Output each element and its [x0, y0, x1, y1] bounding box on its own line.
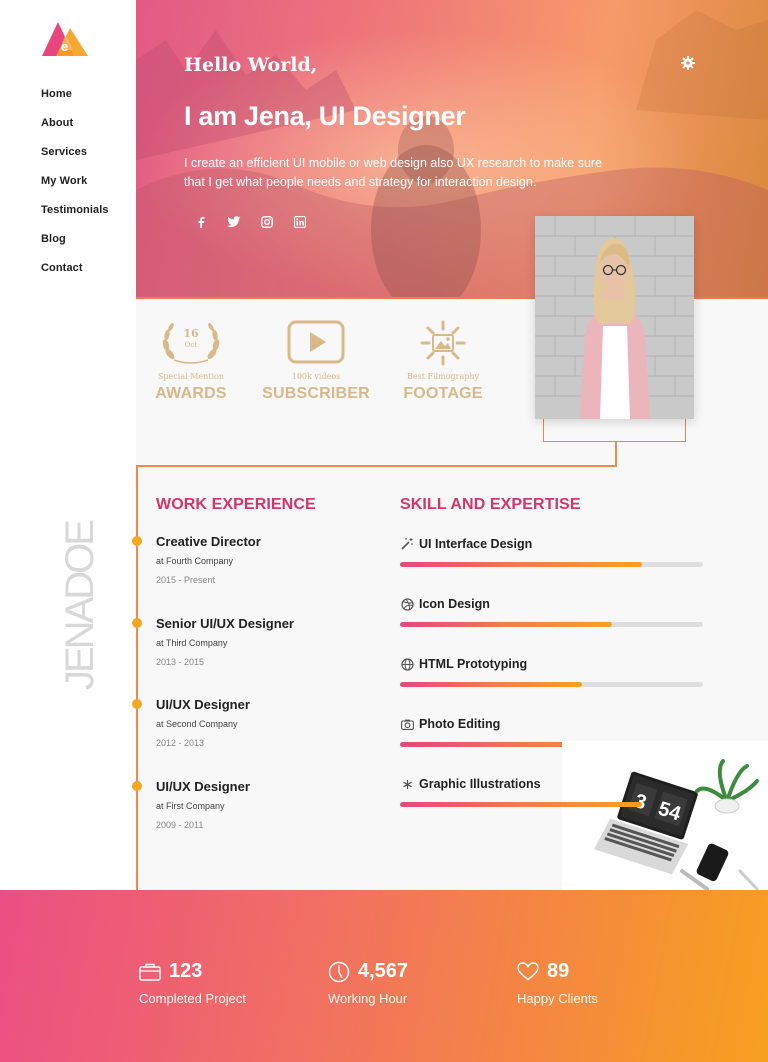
- hero-intro: I create an efficient UI mobile or web d…: [184, 156, 603, 189]
- twitter-icon[interactable]: [226, 214, 242, 230]
- briefcase-icon: [139, 963, 161, 981]
- nav-item-blog[interactable]: Blog: [41, 233, 109, 262]
- connector-vertical-short: [615, 442, 617, 466]
- badge-subscriber: 100k videos SUBSCRIBER: [261, 320, 371, 403]
- nav-item-about[interactable]: About: [41, 117, 109, 146]
- skill-bar-track: [400, 622, 703, 627]
- play-icon: [287, 320, 345, 364]
- hero-headline: I am Jena, UI Designer: [184, 101, 466, 131]
- skill-bar-fill: [400, 562, 643, 567]
- hero-greeting: Hello World,: [184, 54, 318, 76]
- dribbble-icon: [400, 597, 414, 611]
- stat-value: 123: [169, 960, 203, 982]
- skill-name: Photo Editing: [419, 717, 501, 731]
- badge-caption: Best Filmography: [406, 372, 480, 381]
- skill-item: HTML Prototyping: [400, 657, 703, 687]
- job-years: 2009 - 2011: [156, 820, 204, 830]
- job-item: UI/UX Designer at Second Company 2012 - …: [156, 697, 376, 748]
- asterisk-icon: [400, 777, 414, 791]
- globe-icon: [400, 657, 414, 671]
- nav-item-contact[interactable]: Contact: [41, 262, 109, 291]
- job-item: UI/UX Designer at First Company 2009 - 2…: [156, 779, 376, 830]
- clock-icon: [328, 961, 350, 982]
- work-experience-title: WORK EXPERIENCE: [156, 496, 316, 513]
- job-company: at First Company: [156, 801, 225, 811]
- skill-bar-fill: [400, 682, 582, 687]
- laurel-icon: 16 Oct: [162, 322, 220, 364]
- sidebar: e Home About Services My Work Testimonia…: [0, 0, 136, 890]
- skill-item: Graphic Illustrations: [400, 777, 703, 807]
- award-month: Oct: [185, 341, 198, 349]
- job-item: Creative Director at Fourth Company 2015…: [156, 534, 376, 585]
- social-links: [193, 214, 308, 230]
- job-company: at Second Company: [156, 719, 238, 729]
- skills-title: SKILL AND EXPERTISE: [400, 496, 581, 513]
- camera-icon: [400, 717, 414, 731]
- skill-item: Icon Design: [400, 597, 703, 627]
- gear-icon[interactable]: [680, 55, 696, 71]
- skill-item: UI Interface Design: [400, 537, 703, 567]
- nav-item-services[interactable]: Services: [41, 146, 109, 175]
- badge-title: SUBSCRIBER: [262, 385, 370, 402]
- nav-item-home[interactable]: Home: [41, 88, 109, 117]
- stat-happy-clients: 89 Happy Clients: [517, 960, 598, 1006]
- skill-bar-track: [400, 562, 703, 567]
- image-burst-icon: [420, 320, 466, 366]
- timeline-dot: [132, 699, 142, 709]
- connector-horizontal: [136, 465, 617, 467]
- skill-name: Graphic Illustrations: [419, 777, 541, 791]
- stat-label: Happy Clients: [517, 991, 598, 1006]
- job-years: 2012 - 2013: [156, 738, 205, 748]
- stat-label: Working Hour: [328, 991, 408, 1006]
- job-item: Senior UI/UX Designer at Third Company 2…: [156, 616, 376, 667]
- vertical-name-watermark: JENADOE: [58, 522, 102, 690]
- stat-label: Completed Project: [139, 991, 246, 1006]
- job-title: UI/UX Designer: [156, 697, 250, 712]
- skill-name: UI Interface Design: [419, 537, 533, 551]
- magic-wand-icon: [400, 537, 414, 551]
- logo-letter: e: [61, 39, 68, 54]
- badge-caption: Special Mention: [157, 372, 225, 381]
- stat-working-hours: 4,567 Working Hour: [328, 960, 408, 1006]
- skill-name: HTML Prototyping: [419, 657, 528, 671]
- heart-icon: [517, 962, 539, 981]
- timeline-dot: [132, 618, 142, 628]
- job-title: Senior UI/UX Designer: [156, 616, 294, 631]
- job-title: UI/UX Designer: [156, 779, 250, 794]
- nav-item-my-work[interactable]: My Work: [41, 175, 109, 204]
- skill-bar-fill: [400, 802, 643, 807]
- stats-footer: 123 Completed Project 4,567 Working Hour…: [0, 890, 768, 1062]
- badge-caption: 100k videos: [291, 372, 341, 381]
- award-day: 16: [183, 327, 199, 340]
- stat-value: 89: [547, 960, 570, 982]
- nav-item-testimonials[interactable]: Testimonials: [41, 204, 109, 233]
- timeline-dot: [132, 536, 142, 546]
- timeline-dot: [132, 781, 142, 791]
- job-years: 2013 - 2015: [156, 657, 205, 667]
- job-company: at Fourth Company: [156, 556, 234, 566]
- skill-bar-fill: [400, 622, 613, 627]
- skill-name: Icon Design: [419, 597, 490, 611]
- job-company: at Third Company: [156, 638, 228, 648]
- badge-title: FOOTAGE: [403, 385, 483, 402]
- brand-logo[interactable]: e: [40, 20, 90, 58]
- job-years: 2015 - Present: [156, 575, 216, 585]
- skill-bar-track: [400, 802, 703, 807]
- profile-photo: [535, 216, 694, 419]
- facebook-icon[interactable]: [193, 214, 209, 230]
- skill-bar-track: [400, 682, 703, 687]
- stat-completed-projects: 123 Completed Project: [139, 960, 246, 1006]
- badge-awards: 16 Oct Special Mention AWARDS: [146, 320, 236, 403]
- laptop-desk-photo: 3 54: [562, 741, 768, 891]
- stat-value: 4,567: [358, 960, 409, 982]
- badge-title: AWARDS: [155, 385, 227, 402]
- instagram-icon[interactable]: [259, 214, 275, 230]
- linkedin-icon[interactable]: [292, 214, 308, 230]
- job-title: Creative Director: [156, 534, 261, 549]
- timeline-line: [136, 465, 138, 891]
- main-nav: Home About Services My Work Testimonials…: [41, 88, 109, 291]
- badge-footage: Best Filmography FOOTAGE: [398, 320, 488, 403]
